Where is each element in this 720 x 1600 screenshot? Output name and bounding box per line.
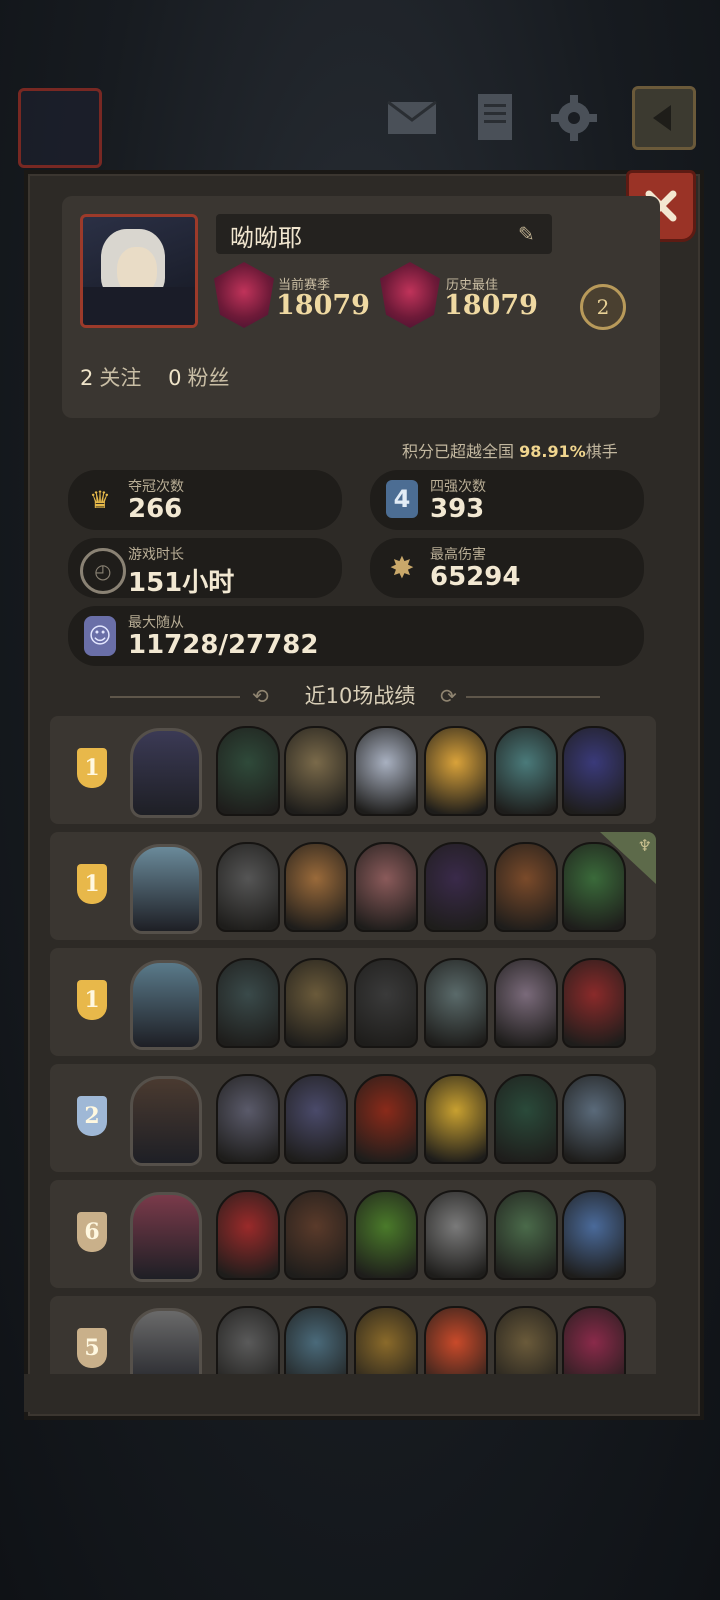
- minion-card[interactable]: [354, 842, 418, 932]
- minion-card[interactable]: [424, 1190, 488, 1280]
- minion-card[interactable]: [216, 726, 280, 816]
- stat-value: 266: [128, 494, 183, 524]
- stat-label: 夺冠次数: [128, 479, 184, 495]
- minion-card[interactable]: [216, 842, 280, 932]
- goblet-icon: ♆: [637, 836, 652, 855]
- mail-icon[interactable]: [386, 92, 438, 144]
- fans-count: 0: [168, 366, 182, 390]
- stat-champion: ♛ 夺冠次数 266: [68, 470, 342, 530]
- stat-label: 游戏时长: [128, 547, 184, 563]
- crown-level-badge: 2: [580, 284, 626, 330]
- following-count: 2: [80, 366, 94, 390]
- stat-value: 65294: [430, 562, 521, 592]
- stat-label: 最高伤害: [430, 547, 486, 563]
- placement-badge: 1: [77, 980, 107, 1020]
- stat-max-minion: ☺ 最大随从 11728/27782: [68, 606, 644, 666]
- stat-value: 151小时: [128, 568, 235, 598]
- minion-card[interactable]: [284, 842, 348, 932]
- percent-prefix: 积分已超越全国: [402, 442, 515, 461]
- placement-badge: 2: [77, 1096, 107, 1136]
- minion-card[interactable]: [354, 958, 418, 1048]
- minion-card[interactable]: [424, 726, 488, 816]
- minion-card[interactable]: [284, 726, 348, 816]
- player-name: 呦呦耶: [230, 224, 302, 252]
- placement-badge: 5: [77, 1328, 107, 1368]
- stat-value: 393: [430, 494, 485, 524]
- hero-portrait[interactable]: [130, 728, 202, 818]
- swirl-right-icon: ⟳: [440, 684, 457, 708]
- hero-portrait[interactable]: [130, 960, 202, 1050]
- minion-card[interactable]: [562, 958, 626, 1048]
- minion-card[interactable]: [562, 726, 626, 816]
- minion-card[interactable]: [216, 958, 280, 1048]
- minion-card[interactable]: [562, 1074, 626, 1164]
- divider-right: [466, 696, 600, 698]
- recent-matches-title: 近10场战绩: [304, 684, 416, 708]
- minion-card[interactable]: [284, 1074, 348, 1164]
- damage-burst-icon: ✸: [389, 550, 415, 586]
- following-label[interactable]: 关注: [99, 366, 141, 390]
- hero-portrait[interactable]: [130, 1192, 202, 1282]
- percent-text: 积分已超越全国 98.91%棋手: [402, 438, 618, 462]
- follow-stats: 2 关注 0 粉丝: [80, 362, 229, 392]
- placement-badge: 6: [77, 1212, 107, 1252]
- minion-card[interactable]: [284, 958, 348, 1048]
- minion-card[interactable]: [494, 842, 558, 932]
- panel-bottom: [24, 1374, 696, 1412]
- match-row[interactable]: 1 ♆: [50, 832, 656, 940]
- current-season-score: 18079: [276, 290, 370, 321]
- player-avatar[interactable]: [80, 214, 198, 328]
- minion-card[interactable]: [424, 1074, 488, 1164]
- minion-icon: ☺: [84, 616, 116, 656]
- hero-portrait[interactable]: [130, 1076, 202, 1166]
- minion-card[interactable]: [494, 726, 558, 816]
- best-score: 18079: [444, 290, 538, 321]
- stat-label: 最大随从: [128, 615, 184, 631]
- minion-card[interactable]: [494, 1074, 558, 1164]
- exit-icon[interactable]: [632, 86, 696, 150]
- clock-icon: ◴: [80, 548, 126, 594]
- match-row[interactable]: 1: [50, 948, 656, 1056]
- minion-card[interactable]: [216, 1074, 280, 1164]
- match-row[interactable]: 6: [50, 1180, 656, 1288]
- placement-badge: 1: [77, 864, 107, 904]
- minion-card[interactable]: [354, 1074, 418, 1164]
- minion-card[interactable]: [354, 1190, 418, 1280]
- stat-label: 四强次数: [430, 479, 486, 495]
- minion-card[interactable]: [562, 842, 626, 932]
- minion-card[interactable]: [562, 1190, 626, 1280]
- minion-card[interactable]: [494, 958, 558, 1048]
- hero-portrait[interactable]: [130, 844, 202, 934]
- match-row[interactable]: 2: [50, 1064, 656, 1172]
- crown-icon: ♛: [89, 486, 111, 514]
- fans-label[interactable]: 粉丝: [187, 366, 229, 390]
- minion-card[interactable]: [354, 726, 418, 816]
- minion-card[interactable]: [494, 1190, 558, 1280]
- minion-card[interactable]: [424, 842, 488, 932]
- crown-level: 2: [596, 295, 610, 319]
- minion-card[interactable]: [284, 1190, 348, 1280]
- placement-badge: 1: [77, 748, 107, 788]
- stat-max-damage: ✸ 最高伤害 65294: [370, 538, 644, 598]
- settings-gear-icon[interactable]: [548, 92, 600, 144]
- top-bar: [0, 80, 720, 168]
- minion-card[interactable]: [216, 1190, 280, 1280]
- top-avatar[interactable]: [18, 88, 102, 168]
- match-row[interactable]: 1: [50, 716, 656, 824]
- percent-value: 98.91%: [519, 442, 586, 461]
- top-four-icon: 4: [386, 480, 418, 518]
- notes-icon[interactable]: [468, 92, 520, 144]
- edit-name-icon[interactable]: ✎: [518, 222, 535, 246]
- stat-playtime: ◴ 游戏时长 151小时: [68, 538, 342, 598]
- percent-suffix: 棋手: [585, 442, 618, 461]
- stat-value: 11728/27782: [128, 630, 319, 660]
- minion-card[interactable]: [424, 958, 488, 1048]
- stat-top-four: 4 四强次数 393: [370, 470, 644, 530]
